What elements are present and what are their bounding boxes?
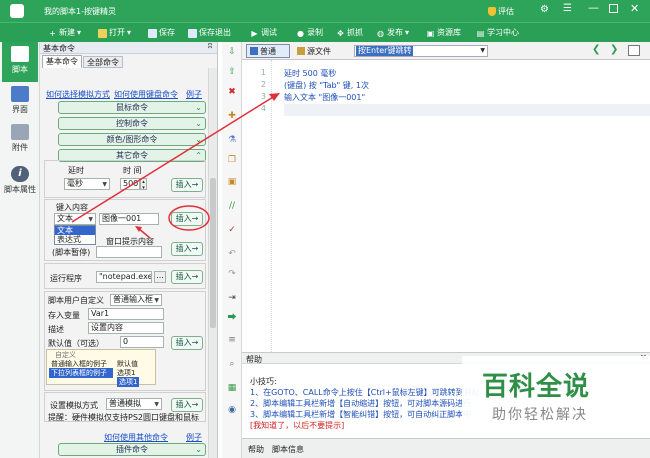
annotation-arrowhead	[269, 93, 280, 101]
annotation-arrow	[71, 93, 279, 223]
annotation-circle	[168, 205, 210, 231]
annotation-overlay	[71, 93, 280, 239]
